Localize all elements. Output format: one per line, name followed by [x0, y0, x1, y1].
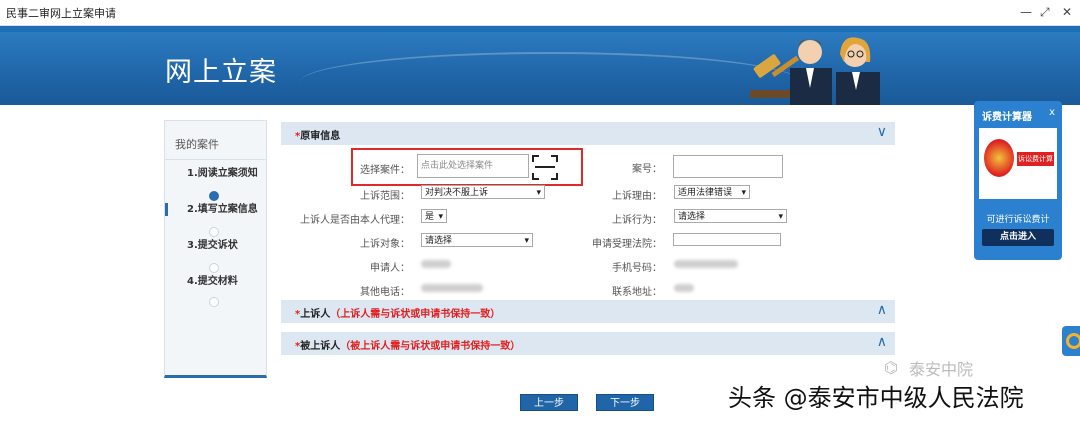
chevron-up-icon[interactable]: ∧ — [877, 302, 887, 318]
watermark-wechat: 泰安中院 — [909, 360, 974, 379]
section-note: （上诉人需与诉状或申请书保持一致） — [330, 309, 501, 320]
select-case-input[interactable]: 点击此处选择案件 — [417, 154, 529, 178]
side-tab-icon[interactable] — [1062, 326, 1080, 356]
step-label: 4.提交材料 — [187, 276, 238, 287]
section-appellee[interactable]: *被上诉人（被上诉人需与诉状或申请书保持一致） ∧ — [281, 332, 895, 355]
close-icon[interactable]: x — [1049, 107, 1055, 118]
window-title: 民事二审网上立案申请 — [6, 7, 116, 20]
window-titlebar: 民事二审网上立案申请 — ⤢ ✕ — [0, 0, 1080, 26]
banner-heading: 网上立案 — [165, 57, 277, 88]
appeal-target-select[interactable]: 请选择 — [421, 233, 533, 248]
step-label: 3.提交诉状 — [187, 240, 238, 251]
other-phone-value-redacted — [421, 284, 483, 292]
applicant-value-redacted — [421, 260, 451, 268]
minimize-icon[interactable]: — — [1020, 5, 1032, 19]
sidebar-step-complaint[interactable]: 3.提交诉状 — [165, 239, 266, 252]
step-label: 1.阅读立案须知 — [187, 168, 258, 179]
section-title: 原审信息 — [300, 131, 341, 142]
by-agent-label: 上诉人是否由本人代理： — [300, 215, 410, 226]
sidebar-title: 我的案件 — [175, 138, 219, 151]
phone-label: 手机号码： — [612, 263, 662, 274]
sidebar-step-fill[interactable]: 2.填写立案信息 — [165, 203, 266, 216]
sidebar-step-read[interactable]: 1.阅读立案须知 — [165, 167, 266, 180]
phone-value-redacted — [674, 260, 738, 268]
appeal-act-label: 上诉行为： — [612, 215, 662, 226]
banner: 网上立案 — [0, 32, 1080, 105]
section-title: 上诉人 — [300, 309, 331, 320]
chevron-down-icon[interactable]: ∨ — [877, 124, 887, 140]
appeal-reason-select[interactable]: 适用法律错误 — [674, 185, 750, 200]
court-label: 申请受理法院： — [592, 239, 662, 250]
step-dot-icon — [209, 297, 219, 307]
appeal-scope-select[interactable]: 对判决不服上诉 — [421, 185, 545, 200]
address-value-redacted — [674, 284, 694, 292]
court-input[interactable] — [673, 233, 781, 246]
sidebar-step-materials[interactable]: 4.提交材料 — [165, 275, 266, 288]
step-label: 2.填写立案信息 — [187, 204, 258, 215]
select-case-label: 选择案件： — [360, 165, 410, 176]
calculator-enter-button[interactable]: 点击进入 — [982, 229, 1054, 246]
appeal-scope-label: 上诉范围： — [360, 191, 410, 202]
calculator-subtitle: 可进行诉讼费计 — [986, 215, 1050, 225]
chevron-up-icon[interactable]: ∧ — [877, 334, 887, 350]
other-phone-label: 其他电话： — [360, 287, 410, 298]
calculator-image-text: 诉讼费计算器 — [1017, 152, 1054, 177]
section-note: （被上诉人需与诉状或申请书保持一致） — [340, 341, 521, 352]
fee-calculator-widget: 诉费计算器 x 诉讼费计算器 可进行诉讼费计 点击进入 — [974, 101, 1062, 260]
appeal-reason-label: 上诉理由： — [612, 191, 662, 202]
calculator-image: 诉讼费计算器 — [979, 128, 1057, 199]
appeal-target-label: 上诉对象： — [360, 239, 410, 250]
banner-wave — [300, 52, 800, 105]
wechat-logo-icon: ⌬ — [884, 358, 898, 377]
section-original-info[interactable]: *原审信息 ∨ — [281, 122, 895, 145]
prev-button[interactable]: 上一步 — [520, 394, 578, 411]
divider — [165, 159, 266, 160]
close-icon[interactable]: ✕ — [1062, 5, 1072, 19]
lawyers-illustration-icon — [790, 37, 880, 105]
scan-icon[interactable] — [532, 155, 558, 180]
next-button[interactable]: 下一步 — [596, 394, 654, 411]
step-dot-icon — [209, 263, 219, 273]
by-agent-select[interactable]: 是 — [421, 209, 447, 224]
step-dot-icon — [209, 191, 219, 201]
sidebar: 我的案件 1.阅读立案须知 2.填写立案信息 3.提交诉状 4.提交材料 — [164, 120, 267, 378]
applicant-label: 申请人： — [370, 263, 410, 274]
address-label: 联系地址： — [612, 287, 662, 298]
watermark-credit: 头条 @泰安市中级人民法院 — [728, 384, 1024, 412]
case-no-label: 案号： — [632, 164, 662, 175]
section-title: 被上诉人 — [300, 341, 341, 352]
restore-icon[interactable]: ⤢ — [1040, 5, 1050, 20]
case-no-input[interactable] — [673, 155, 783, 178]
step-dot-icon — [209, 227, 219, 237]
court-emblem-icon — [984, 139, 1014, 177]
calculator-title: 诉费计算器 — [982, 112, 1032, 123]
section-appellant[interactable]: *上诉人（上诉人需与诉状或申请书保持一致） ∧ — [281, 300, 895, 323]
appeal-act-select[interactable]: 请选择 — [674, 209, 787, 224]
